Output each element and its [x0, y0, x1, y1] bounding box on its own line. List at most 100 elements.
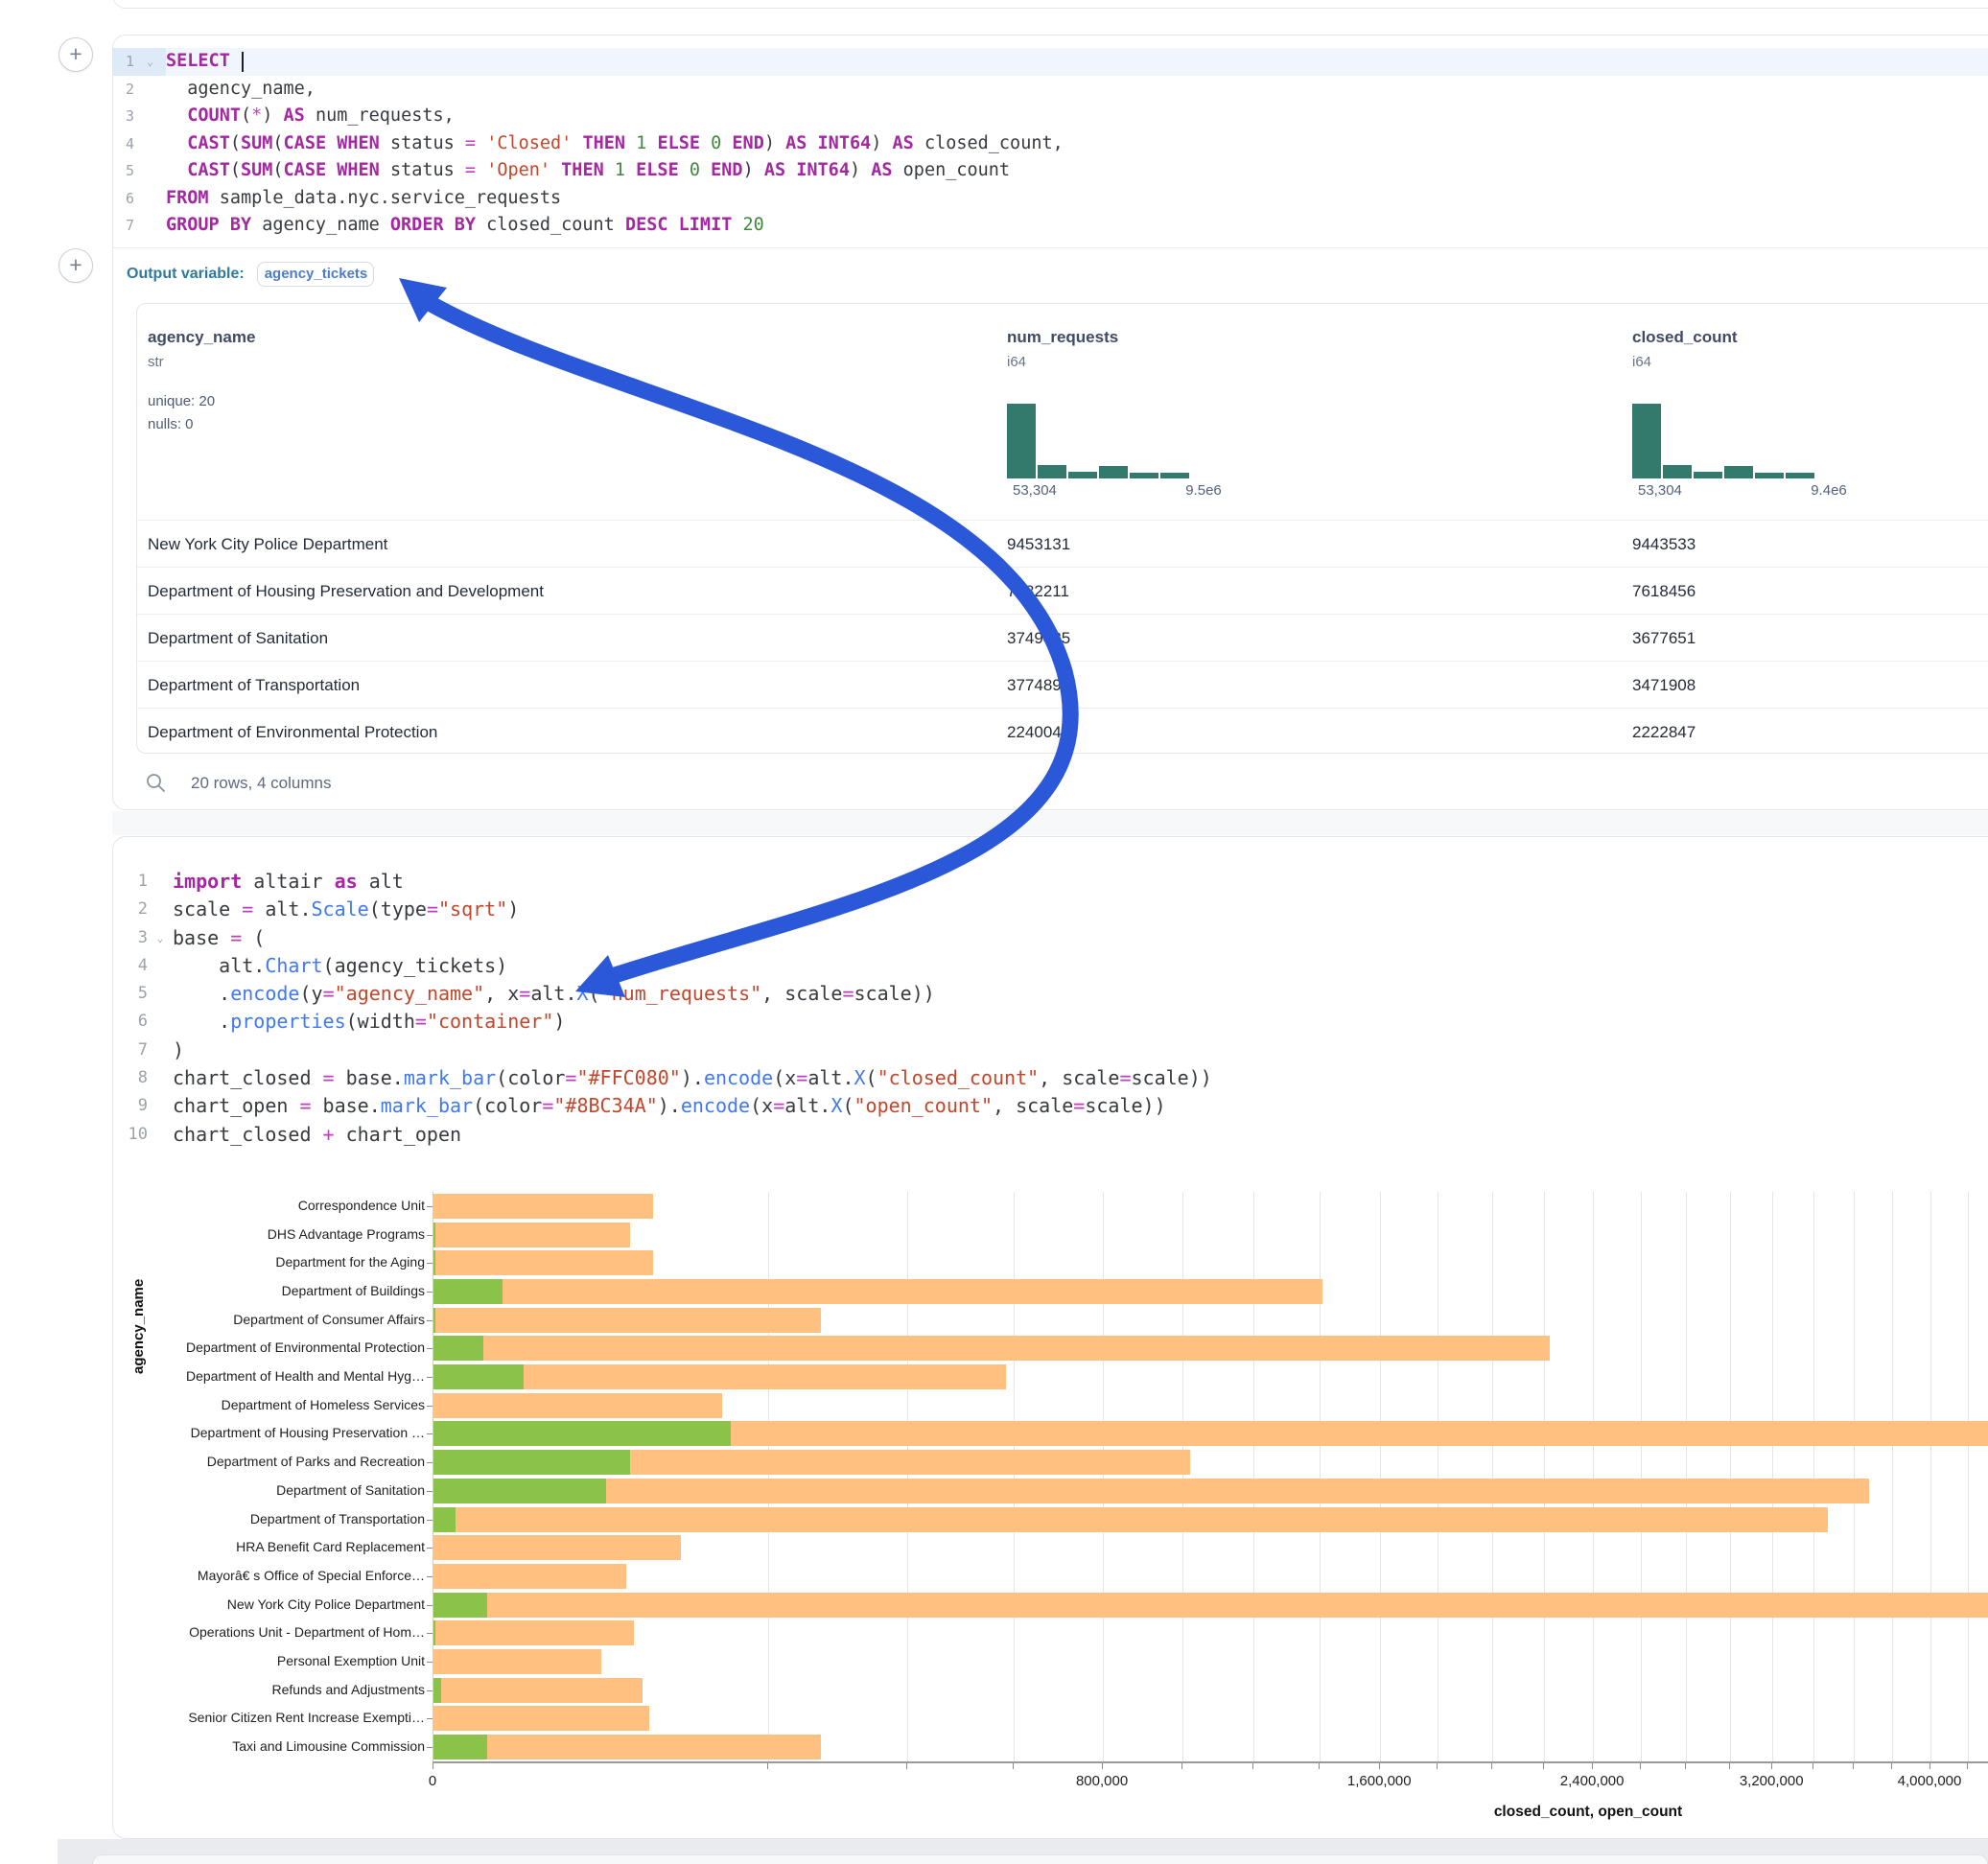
- code-text: .properties(width="container"): [173, 1008, 1988, 1036]
- column-header-closed_count[interactable]: closed_counti6453,3049.4e6: [1632, 304, 1920, 520]
- column-header-num_requests[interactable]: num_requestsi6453,3049.5e6: [1007, 304, 1295, 520]
- line-number: 2: [113, 896, 148, 923]
- fold-chevron-icon[interactable]: ⌄: [148, 924, 173, 952]
- sql-code-editor[interactable]: 1⌄SELECT 2 agency_name,3 COUNT(*) AS num…: [113, 48, 1988, 240]
- y-axis-label: Department of Consumer Affairs: [108, 1312, 425, 1327]
- x-axis-tick-label: 3,200,000: [1714, 1773, 1829, 1789]
- table-header: agency_namestrunique: 20nulls: 0 num_requ…: [137, 304, 1988, 520]
- code-text: import altair as alt: [173, 868, 1988, 896]
- code-line[interactable]: 2 agency_name,: [113, 76, 1988, 104]
- y-axis-label: Department of Sanitation: [108, 1482, 425, 1498]
- code-line[interactable]: 7): [113, 1037, 1988, 1064]
- line-number: 5: [113, 157, 134, 185]
- y-axis-label: Department of Transportation: [108, 1511, 425, 1526]
- code-line[interactable]: 5 .encode(y="agency_name", x=alt.X("num_…: [113, 980, 1988, 1008]
- x-tick: [1013, 1763, 1014, 1769]
- y-tick: [427, 1348, 433, 1349]
- code-line[interactable]: 1import altair as alt: [113, 868, 1988, 896]
- column-type: str: [148, 354, 164, 370]
- histogram-bar: [1786, 473, 1814, 478]
- code-line[interactable]: 6 .properties(width="container"): [113, 1008, 1988, 1036]
- x-tick: [1252, 1763, 1253, 1769]
- x-tick: [1729, 1763, 1730, 1769]
- histogram-bar: [1724, 466, 1753, 478]
- table-cell: Department of Environmental Protection: [148, 709, 437, 754]
- y-axis-label: Taxi and Limousine Commission: [108, 1738, 425, 1754]
- y-tick: [427, 1462, 433, 1463]
- code-line[interactable]: 4 CAST(SUM(CASE WHEN status = 'Closed' T…: [113, 130, 1988, 158]
- code-line[interactable]: 3⌄base = (: [113, 924, 1988, 952]
- x-tick: [1685, 1763, 1686, 1769]
- histogram-max-label: 9.4e6: [1776, 482, 1882, 499]
- code-line[interactable]: 1⌄SELECT: [113, 48, 1988, 76]
- table-row[interactable]: New York City Police Department945313194…: [137, 520, 1988, 567]
- histogram-bar: [1068, 472, 1097, 478]
- y-tick: [427, 1718, 433, 1719]
- code-line[interactable]: 10chart_closed + chart_open: [113, 1121, 1988, 1149]
- line-number: 3: [113, 924, 148, 952]
- output-variable-row: Output variable: agency_tickets: [127, 252, 374, 296]
- next-cell-top-edge: [92, 1854, 1988, 1864]
- y-tick: [427, 1576, 433, 1577]
- code-line[interactable]: 3 COUNT(*) AS num_requests,: [113, 103, 1988, 130]
- column-header-agency_name[interactable]: agency_namestrunique: 20nulls: 0: [148, 304, 435, 520]
- output-variable-pill[interactable]: agency_tickets: [257, 262, 374, 287]
- y-axis-label: DHS Advantage Programs: [108, 1226, 425, 1242]
- table-row[interactable]: Department of Transportation377489234719…: [137, 661, 1988, 708]
- x-tick: [1181, 1763, 1182, 1769]
- y-axis-label: Personal Exemption Unit: [108, 1653, 425, 1668]
- y-axis-label: Department of Health and Mental Hyg…: [108, 1368, 425, 1384]
- add-cell-button-output[interactable]: +: [58, 248, 93, 283]
- y-axis-label: HRA Benefit Card Replacement: [108, 1539, 425, 1554]
- code-text: .encode(y="agency_name", x=alt.X("num_re…: [173, 980, 1988, 1008]
- code-text: CAST(SUM(CASE WHEN status = 'Closed' THE…: [166, 130, 1988, 158]
- fold-chevron-icon[interactable]: ⌄: [134, 48, 166, 76]
- x-tick: [1891, 1763, 1892, 1769]
- table-cell: 9443533: [1632, 521, 1696, 568]
- code-text: chart_open = base.mark_bar(color="#8BC34…: [173, 1092, 1988, 1120]
- y-tick: [427, 1747, 433, 1748]
- code-line[interactable]: 6FROM sample_data.nyc.service_requests: [113, 185, 1988, 213]
- table-row[interactable]: Department of Environmental Protection 22…: [137, 708, 1988, 754]
- line-number: 4: [113, 952, 148, 980]
- table-row[interactable]: Department of Housing Preservation and D…: [137, 567, 1988, 614]
- line-number: 7: [113, 1037, 148, 1064]
- code-line[interactable]: 8chart_closed = base.mark_bar(color="#FF…: [113, 1064, 1988, 1092]
- python-code-editor[interactable]: 1import altair as alt2scale = alt.Scale(…: [113, 868, 1988, 1149]
- x-tick: [1319, 1763, 1320, 1769]
- y-axis-label: Department of Housing Preservation …: [108, 1425, 425, 1440]
- table-cell: 3471908: [1632, 662, 1696, 709]
- table-cell: 9453131: [1007, 521, 1070, 568]
- code-text: ): [173, 1037, 1988, 1064]
- search-icon[interactable]: [145, 772, 168, 795]
- y-tick: [427, 1377, 433, 1378]
- table-cell: 7782211: [1007, 568, 1069, 615]
- column-type: i64: [1007, 354, 1026, 370]
- line-number: 7: [113, 212, 134, 240]
- table-cell: Department of Sanitation: [148, 615, 328, 662]
- code-line[interactable]: 9chart_open = base.mark_bar(color="#8BC3…: [113, 1092, 1988, 1120]
- code-line[interactable]: 2scale = alt.Scale(type="sqrt"): [113, 896, 1988, 923]
- y-tick: [427, 1633, 433, 1634]
- code-text: chart_closed = base.mark_bar(color="#FFC…: [173, 1064, 1988, 1092]
- row-column-count: 20 rows, 4 columns: [191, 774, 331, 793]
- code-line[interactable]: 7GROUP BY agency_name ORDER BY closed_co…: [113, 212, 1988, 240]
- table-cell: 3774892: [1007, 662, 1070, 709]
- column-histogram: [1007, 402, 1191, 478]
- x-tick: [1102, 1763, 1103, 1769]
- x-axis-tick-label: 0: [375, 1773, 490, 1789]
- y-tick: [427, 1605, 433, 1606]
- table-row[interactable]: Department of Sanitation37494853677651: [137, 614, 1988, 661]
- column-stat: nulls: 0: [148, 416, 194, 432]
- histogram-bar: [1160, 473, 1189, 478]
- add-cell-button-top[interactable]: +: [58, 37, 93, 72]
- code-line[interactable]: 4 alt.Chart(agency_tickets): [113, 952, 1988, 980]
- table-cell: 3677651: [1632, 615, 1696, 662]
- table-cell: 2222847: [1632, 709, 1696, 754]
- code-line[interactable]: 5 CAST(SUM(CASE WHEN status = 'Open' THE…: [113, 157, 1988, 185]
- column-histogram: [1632, 402, 1816, 478]
- histogram-min-label: 53,304: [1638, 482, 1682, 499]
- x-tick: [1967, 1763, 1968, 1769]
- line-number: 3: [113, 103, 134, 130]
- column-type: i64: [1632, 354, 1651, 370]
